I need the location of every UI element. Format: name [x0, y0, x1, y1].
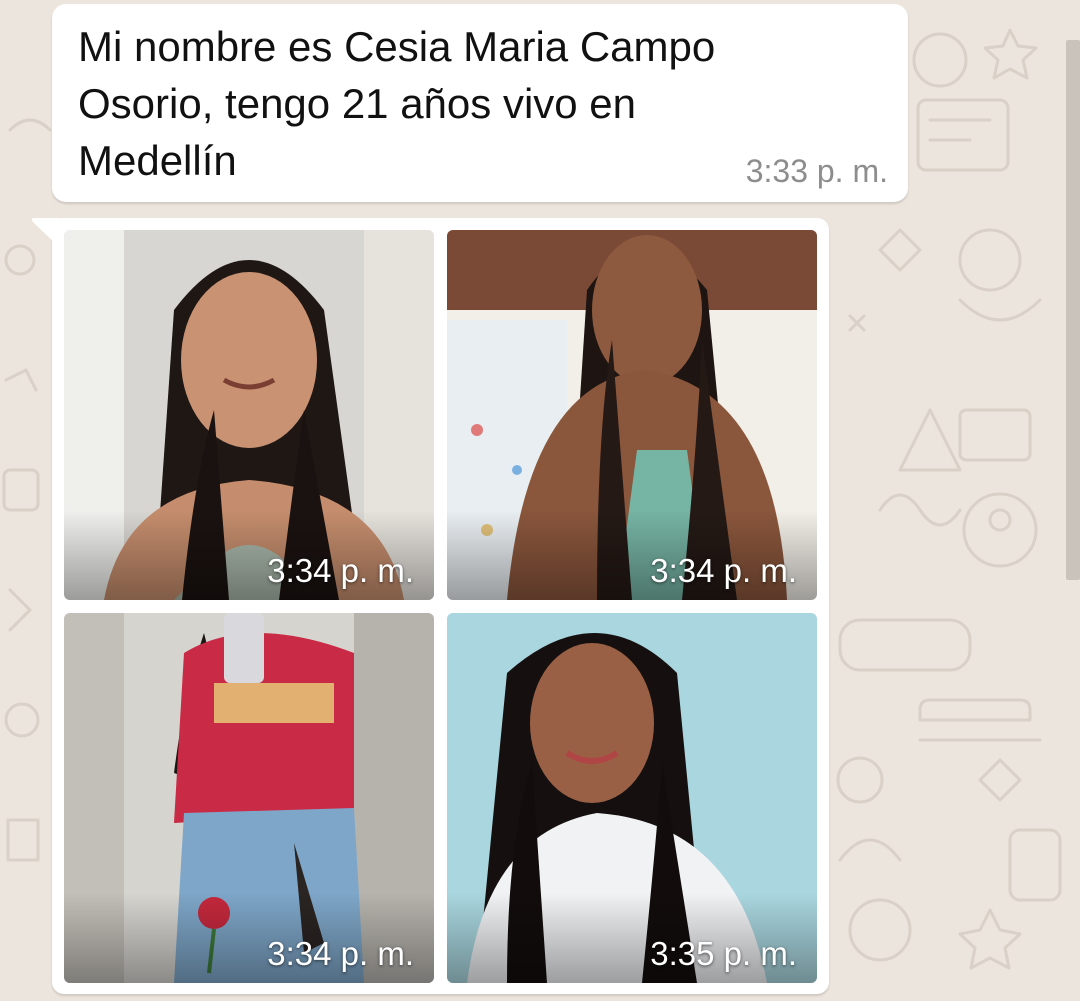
photo-timestamp: 3:34 p. m. [650, 552, 797, 589]
photo-thumbnail-3[interactable]: 3:34 p. m. [64, 613, 434, 983]
message-timestamp: 3:33 p. m. [745, 153, 888, 189]
bubble-tail [31, 218, 60, 248]
scrollbar[interactable] [1066, 40, 1080, 580]
photo-timestamp: 3:34 p. m. [267, 935, 414, 972]
photo-thumbnail-1[interactable]: 3:34 p. m. [64, 230, 434, 600]
photo-timestamp: 3:34 p. m. [267, 552, 414, 589]
message-text: Mi nombre es Cesia Maria Campo Osorio, t… [78, 23, 716, 184]
photo-album-bubble: 3:34 p. m. 3:34 p. m. 3:34 p. m. 3:35 p.… [31, 218, 829, 994]
text-message-bubble[interactable]: Mi nombre es Cesia Maria Campo Osorio, t… [52, 4, 908, 202]
photo-timestamp: 3:35 p. m. [650, 935, 797, 972]
photo-thumbnail-4[interactable]: 3:35 p. m. [447, 613, 817, 983]
photo-thumbnail-2[interactable]: 3:34 p. m. [447, 230, 817, 600]
